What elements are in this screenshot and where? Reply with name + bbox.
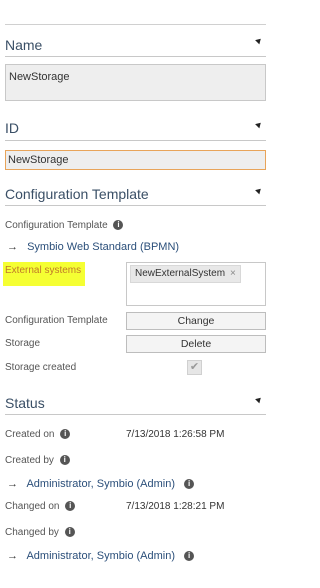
info-icon[interactable]: i — [59, 455, 70, 466]
name-section-title: Name — [5, 37, 43, 53]
id-section-divider — [5, 140, 266, 141]
arrow-right-icon: → — [7, 550, 18, 562]
created-on-value: 7/13/2018 1:26:58 PM — [126, 429, 225, 440]
changed-by-label-text: Changed by — [5, 527, 59, 538]
config-template-action-label: Configuration Template — [5, 315, 108, 326]
collapse-status-icon[interactable] — [255, 395, 263, 404]
template-link-row[interactable]: → Symbio Web Standard (BPMN) — [7, 241, 179, 254]
created-by-label: Created by i — [5, 455, 70, 467]
storage-created-checkbox[interactable]: ✔ — [187, 360, 202, 375]
storage-label: Storage — [5, 338, 41, 349]
config-section-title: Configuration Template — [5, 186, 149, 202]
changed-by-label: Changed by i — [5, 527, 75, 539]
changed-on-label: Changed on i — [5, 501, 76, 513]
info-icon[interactable]: i — [184, 551, 195, 562]
configuration-template-label: Configuration Template i — [5, 220, 124, 232]
external-system-tag[interactable]: NewExternalSystem × — [130, 265, 241, 283]
collapse-name-icon[interactable] — [255, 36, 263, 45]
status-section-title: Status — [5, 395, 45, 411]
id-field[interactable]: NewStorage — [5, 150, 266, 170]
storage-created-label: Storage created — [5, 362, 77, 373]
changed-on-value: 7/13/2018 1:28:21 PM — [126, 501, 225, 512]
status-section-divider — [5, 414, 266, 415]
collapse-id-icon[interactable] — [255, 120, 263, 129]
info-icon[interactable]: i — [60, 429, 71, 440]
changed-on-label-text: Changed on — [5, 501, 60, 512]
top-divider — [5, 24, 266, 25]
changed-by-link[interactable]: Administrator, Symbio (Admin) — [26, 550, 175, 562]
created-by-label-text: Created by — [5, 455, 54, 466]
changed-by-link-row[interactable]: → Administrator, Symbio (Admin) i — [7, 550, 195, 563]
external-system-tag-label: NewExternalSystem — [135, 268, 226, 279]
info-icon[interactable]: i — [64, 527, 75, 538]
template-link[interactable]: Symbio Web Standard (BPMN) — [27, 241, 179, 253]
arrow-right-icon: → — [7, 241, 18, 253]
arrow-right-icon: → — [7, 478, 18, 490]
external-systems-label: External systems — [5, 265, 82, 276]
config-section-divider — [5, 205, 266, 206]
created-on-label: Created on i — [5, 429, 71, 441]
change-button[interactable]: Change — [126, 312, 266, 330]
delete-button[interactable]: Delete — [126, 335, 266, 353]
name-field[interactable]: NewStorage — [5, 64, 266, 101]
created-by-link-row[interactable]: → Administrator, Symbio (Admin) i — [7, 478, 195, 491]
configuration-template-label-text: Configuration Template — [5, 220, 108, 231]
created-on-label-text: Created on — [5, 429, 55, 440]
remove-tag-icon[interactable]: × — [230, 268, 236, 279]
id-section-title: ID — [5, 120, 19, 136]
info-icon[interactable]: i — [65, 501, 76, 512]
created-by-link[interactable]: Administrator, Symbio (Admin) — [26, 478, 175, 490]
collapse-config-icon[interactable] — [255, 186, 263, 195]
info-icon[interactable]: i — [184, 479, 195, 490]
info-icon[interactable]: i — [113, 220, 124, 231]
name-section-divider — [5, 56, 266, 57]
